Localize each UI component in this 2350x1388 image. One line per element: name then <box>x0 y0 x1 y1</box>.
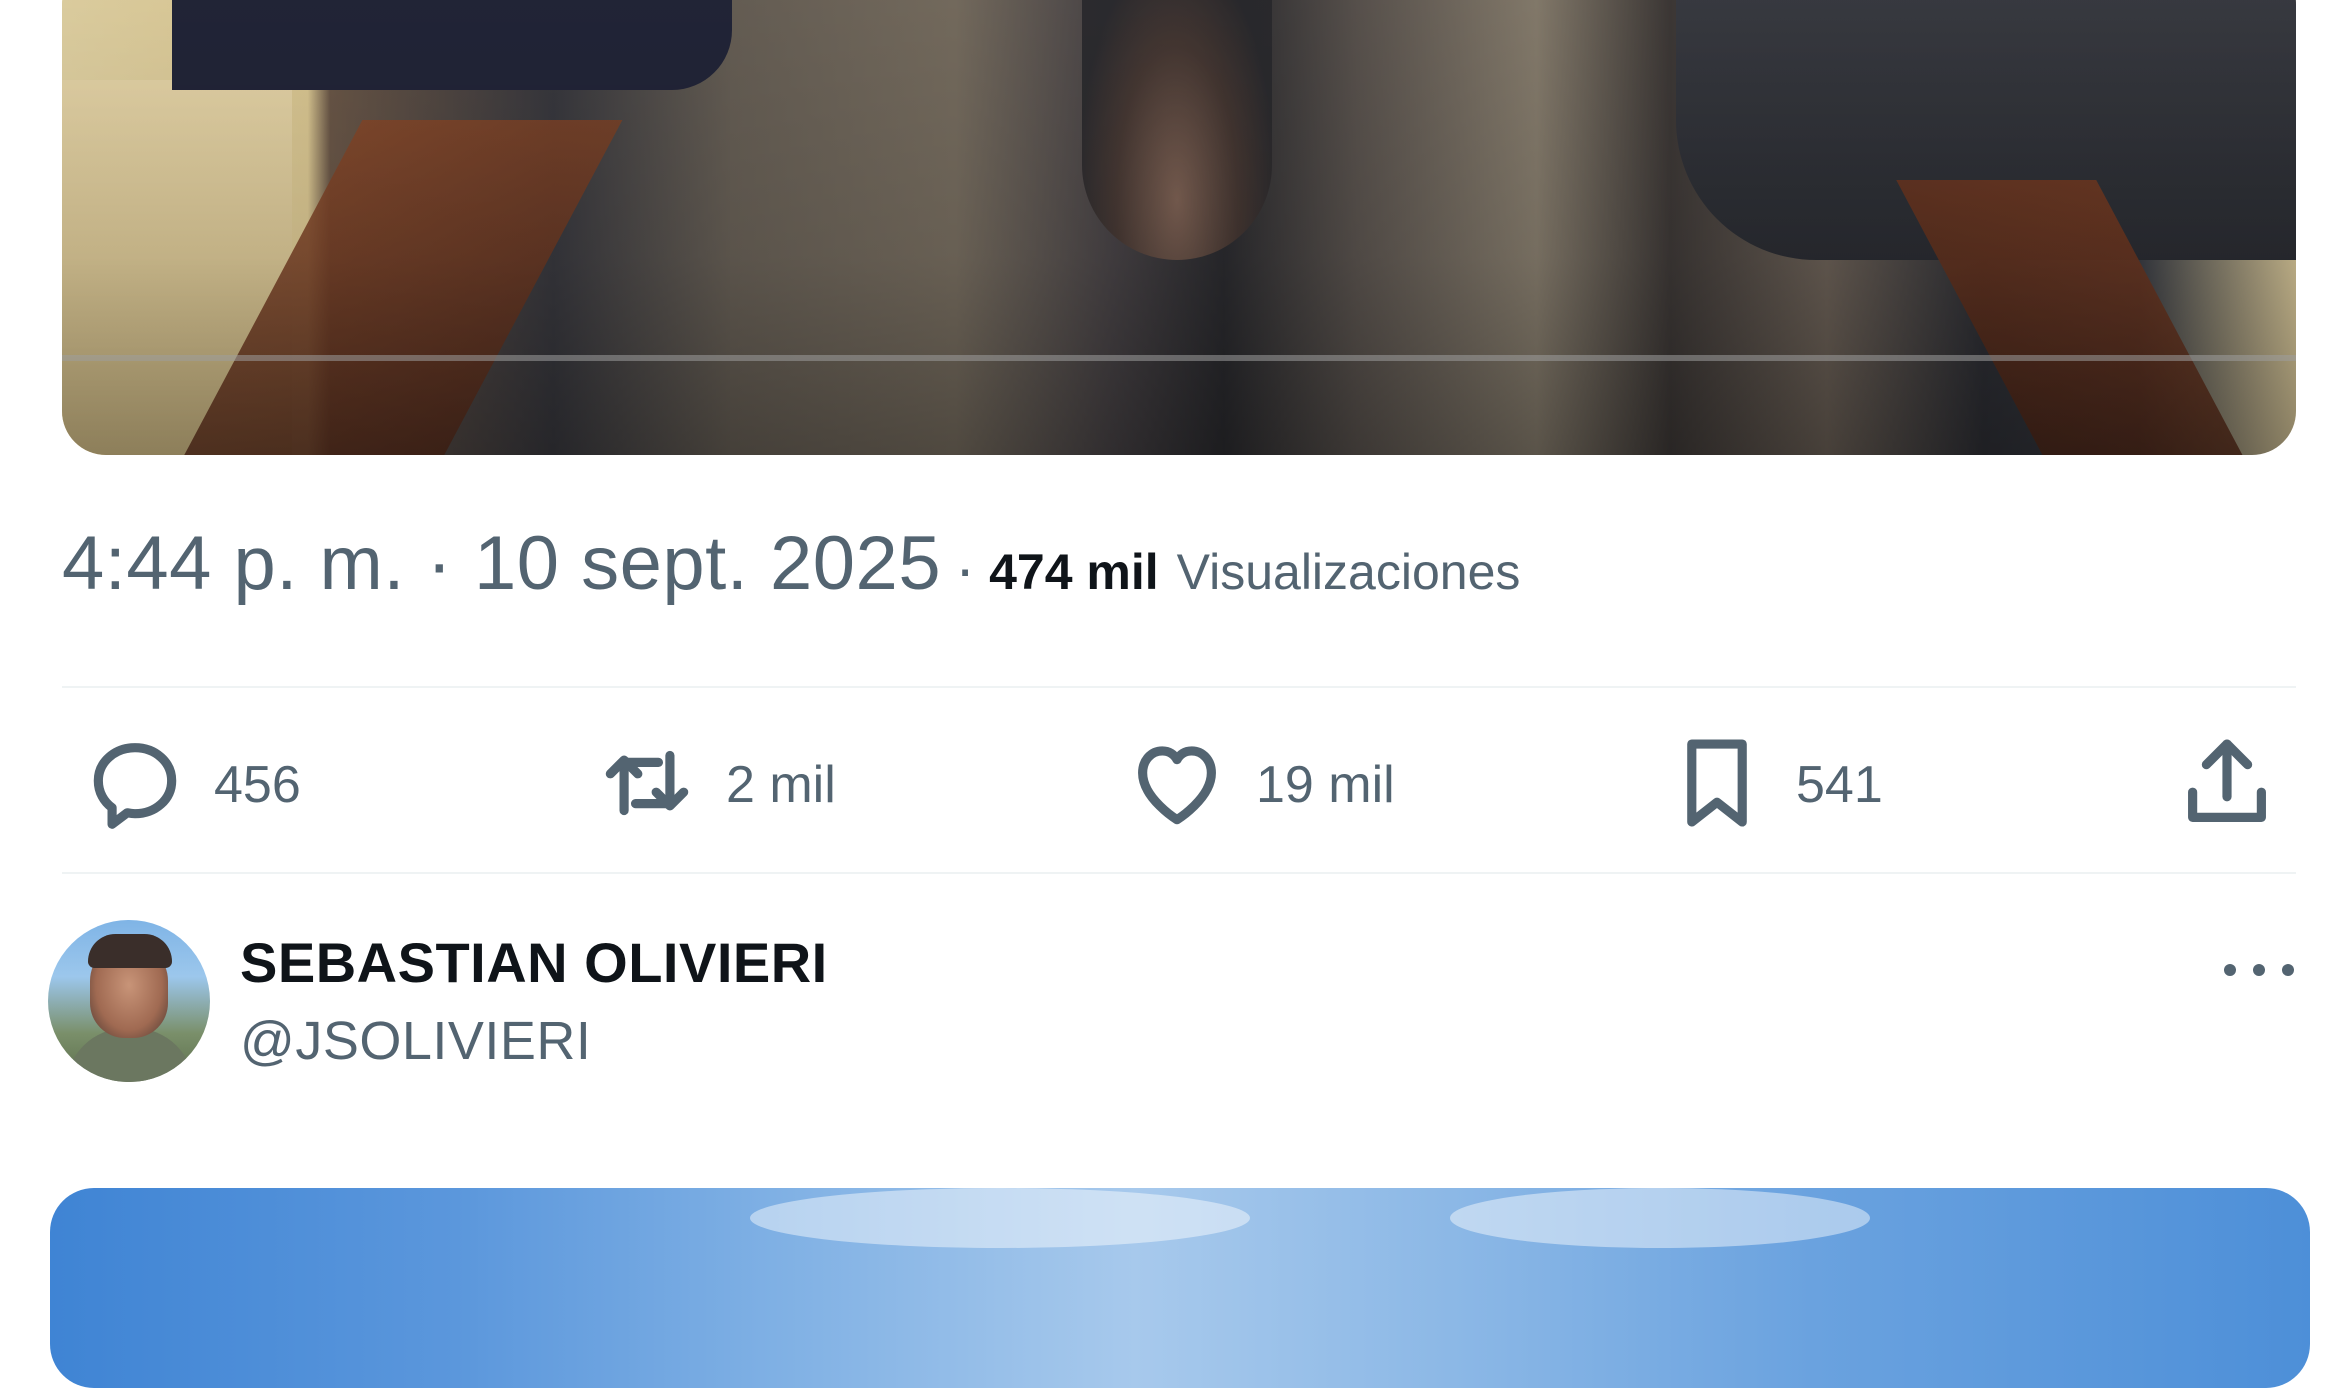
more-options-button[interactable] <box>2224 950 2294 990</box>
divider-top <box>62 686 2296 688</box>
author-handle[interactable]: @JSOLIVIERI <box>240 1010 591 1072</box>
photo-region-cloud <box>1450 1188 1870 1248</box>
retweet-icon <box>592 728 702 843</box>
share-icon <box>2172 728 2282 843</box>
author-name[interactable]: SEBASTIAN OLIVIERI <box>240 930 828 995</box>
reply-button[interactable]: 456 <box>80 700 301 870</box>
retweet-button[interactable]: 2 mil <box>592 700 836 870</box>
bookmark-icon <box>1662 728 1772 843</box>
photo-region-cloud <box>750 1188 1250 1248</box>
next-post-header: SEBASTIAN OLIVIERI @JSOLIVIERI <box>48 920 2308 1090</box>
avatar-hair <box>88 934 172 968</box>
tweet-action-bar: 456 2 mil 19 mil 541 <box>62 700 2296 870</box>
like-count: 19 mil <box>1256 756 1395 814</box>
photo-shade <box>62 0 2296 455</box>
like-button[interactable]: 19 mil <box>1122 700 1395 870</box>
meta-separator: · <box>955 535 976 602</box>
reply-icon <box>80 728 190 843</box>
tweet-meta: 4:44 p. m. · 10 sept. 2025 · 474 mil Vis… <box>62 520 1520 620</box>
more-dot-icon <box>2282 964 2294 976</box>
share-button[interactable] <box>2172 700 2282 870</box>
next-post-media-photo[interactable] <box>50 1188 2310 1388</box>
bookmark-count: 541 <box>1796 756 1883 814</box>
more-dot-icon <box>2253 964 2265 976</box>
more-dot-icon <box>2224 964 2236 976</box>
avatar[interactable] <box>48 920 210 1082</box>
tweet-media-photo[interactable] <box>62 0 2296 455</box>
divider-bottom <box>62 872 2296 874</box>
views-count: 474 mil <box>989 544 1159 600</box>
reply-count: 456 <box>214 756 301 814</box>
heart-icon <box>1122 728 1232 843</box>
tweet-timestamp[interactable]: 4:44 p. m. · 10 sept. 2025 <box>62 520 941 607</box>
views-label: Visualizaciones <box>1176 544 1521 600</box>
bookmark-button[interactable]: 541 <box>1662 700 1883 870</box>
retweet-count: 2 mil <box>726 756 836 814</box>
